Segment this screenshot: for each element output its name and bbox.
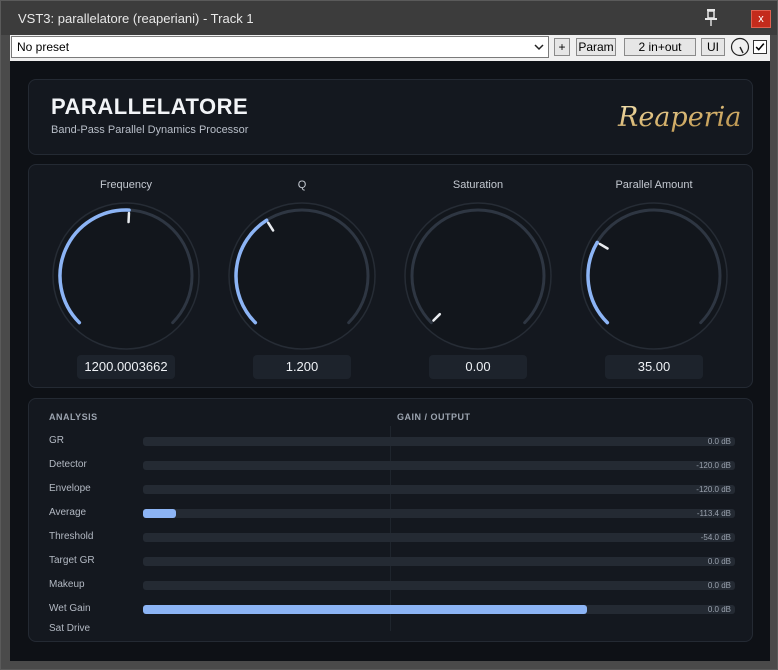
frequency-label: Frequency <box>100 179 152 191</box>
add-preset-button[interactable]: + <box>554 38 570 56</box>
meter-bar: 0.0 dB <box>143 557 735 566</box>
meter-label: Target GR <box>49 555 95 566</box>
meter-value: -113.4 dB <box>696 509 731 518</box>
param-button[interactable]: Param <box>576 38 616 56</box>
io-button[interactable]: 2 in+out <box>624 38 696 56</box>
reaperiani-logo: Reaperiani <box>617 102 742 133</box>
meter-label: Wet Gain <box>49 603 91 614</box>
meter-value: 0.0 dB <box>707 581 731 590</box>
meter-label: GR <box>49 435 64 446</box>
parallel-amount-knob[interactable] <box>579 201 729 351</box>
meter-fill <box>143 605 587 614</box>
meter-value: 0.0 dB <box>707 557 731 566</box>
meter-value: -120.0 dB <box>696 485 731 494</box>
saturation-knob[interactable] <box>403 201 553 351</box>
title-bar[interactable]: VST3: parallelatore (reaperiani) - Track… <box>1 1 777 35</box>
meter-label: Envelope <box>49 483 91 494</box>
sat-drive-label: Sat Drive <box>49 623 91 634</box>
wet-knob-icon[interactable] <box>730 37 750 57</box>
analysis-heading: ANALYSIS <box>49 412 98 422</box>
pin-icon[interactable] <box>703 7 719 27</box>
close-button[interactable]: x <box>751 10 771 28</box>
logo-text: Reaperiani <box>617 102 742 133</box>
window-title: VST3: parallelatore (reaperiani) - Track… <box>18 11 254 26</box>
frequency-value[interactable]: 1200.0003662 <box>77 355 175 379</box>
preset-select[interactable]: No preset <box>11 36 549 58</box>
saturation-value[interactable]: 0.00 <box>429 355 527 379</box>
meter-bar: -113.4 dB <box>143 509 735 518</box>
plugin-window: VST3: parallelatore (reaperiani) - Track… <box>0 0 778 670</box>
bypass-checkbox[interactable] <box>753 40 767 54</box>
plugin-subtitle: Band-Pass Parallel Dynamics Processor <box>51 124 249 136</box>
meter-label: Makeup <box>49 579 85 590</box>
meter-bar: 0.0 dB <box>143 581 735 590</box>
plugin-title: PARALLELATORE <box>51 94 249 119</box>
meter-label: Detector <box>49 459 87 470</box>
meter-value: -120.0 dB <box>696 461 731 470</box>
meter-bar: -120.0 dB <box>143 461 735 470</box>
ui-button[interactable]: UI <box>701 38 725 56</box>
plugin-surface: PARALLELATORE Band-Pass Parallel Dynamic… <box>10 61 770 661</box>
meter-fill <box>143 509 176 518</box>
parallel-amount-label: Parallel Amount <box>615 179 693 191</box>
meter-value: 0.0 dB <box>707 437 731 446</box>
knob-body <box>228 202 376 350</box>
meter-bar: -120.0 dB <box>143 485 735 494</box>
section-divider <box>390 426 391 631</box>
fx-toolbar: No preset + Param 2 in+out UI <box>10 35 770 61</box>
meter-bar: 0.0 dB <box>143 605 735 614</box>
meter-bar: -54.0 dB <box>143 533 735 542</box>
saturation-label: Saturation <box>452 179 504 191</box>
parallel-amount-value[interactable]: 35.00 <box>605 355 703 379</box>
meter-value: -54.0 dB <box>700 533 731 542</box>
meter-bar: 0.0 dB <box>143 437 735 446</box>
chevron-down-icon <box>534 44 544 51</box>
gain-output-heading: GAIN / OUTPUT <box>397 412 471 422</box>
q-knob[interactable] <box>227 201 377 351</box>
q-label: Q <box>297 179 307 191</box>
meter-value: 0.0 dB <box>707 605 731 614</box>
knob-body <box>404 202 552 350</box>
knob-body <box>52 202 200 350</box>
meter-label: Average <box>49 507 87 518</box>
frequency-knob[interactable] <box>51 201 201 351</box>
knob-body <box>580 202 728 350</box>
q-value[interactable]: 1.200 <box>253 355 351 379</box>
meter-label: Threshold <box>49 531 94 542</box>
preset-value: No preset <box>17 40 70 54</box>
